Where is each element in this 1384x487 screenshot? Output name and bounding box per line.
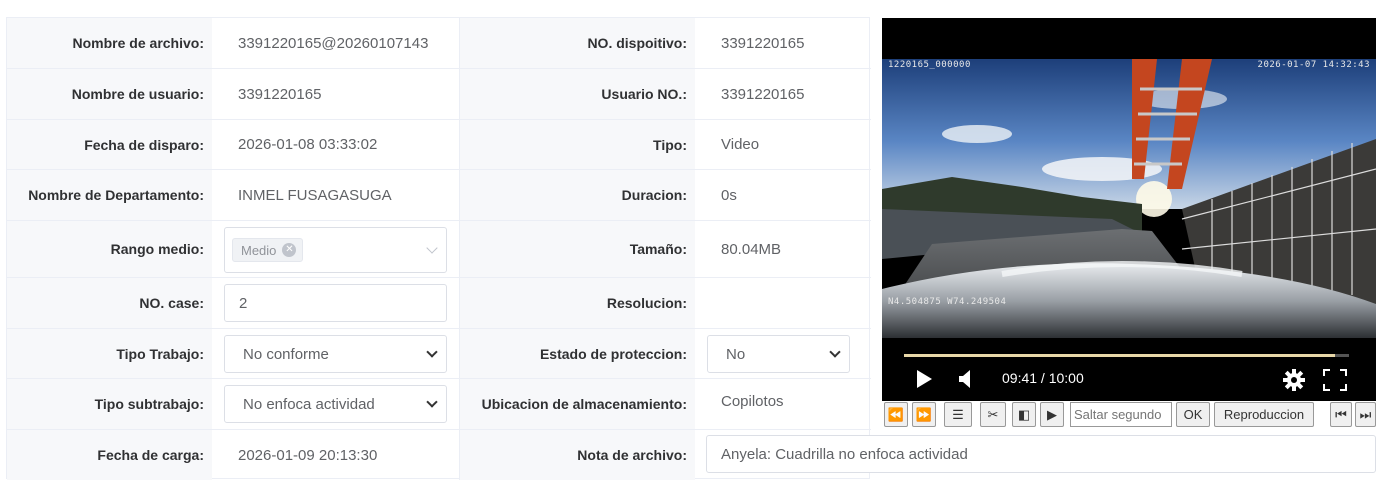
department-value: INMEL FUSAGASUGA xyxy=(238,186,392,204)
size-label: Tamaño: xyxy=(459,221,695,277)
form-row-range: Rango medio: Medio ✕ Tamaño: 80.04MB xyxy=(7,221,871,278)
chevron-down-icon xyxy=(829,346,841,358)
file-details-form: Nombre de archivo: 3391220165@2026010714… xyxy=(6,17,871,480)
file-note-label: Nota de archivo: xyxy=(459,430,695,480)
play-icon[interactable] xyxy=(915,369,933,389)
form-row-department: Nombre de Departamento: INMEL FUSAGASUGA… xyxy=(7,170,871,221)
device-no-label: NO. dispoitivo: xyxy=(459,18,695,68)
trigger-date-label: Fecha de disparo: xyxy=(7,120,212,169)
range-tag-label: Medio xyxy=(241,242,277,258)
storage-location-label: Ubicacion de almacenamiento: xyxy=(459,379,695,429)
form-row-subwork-type: Tipo subtrabajo: No enfoca actividad Ubi… xyxy=(7,379,871,430)
type-label: Tipo: xyxy=(459,120,695,169)
osd-timestamp: 2026-01-07 14:32:43 xyxy=(1257,60,1370,70)
playback-button[interactable]: Reproduccion xyxy=(1214,402,1314,427)
list-icon[interactable]: ☰ xyxy=(944,402,972,427)
device-no-value: 3391220165 xyxy=(721,34,805,52)
video-player[interactable]: 1220165_000000 2026-01-07 14:32:43 N4.50… xyxy=(882,18,1376,401)
trigger-date-value: 2026-01-08 03:33:02 xyxy=(238,136,378,153)
osd-camera-id: 1220165_000000 xyxy=(888,60,971,70)
subwork-type-value: No enfoca actividad xyxy=(243,395,375,413)
work-type-value: No conforme xyxy=(243,345,329,363)
type-value: Video xyxy=(721,136,760,153)
file-name-value: 3391220165@20260107143 xyxy=(238,34,429,52)
user-name-label: Nombre de usuario: xyxy=(7,69,212,119)
range-label: Rango medio: xyxy=(7,221,212,277)
chevron-down-icon xyxy=(426,396,438,408)
protection-state-value: No xyxy=(726,345,746,363)
size-value: 80.04MB xyxy=(721,240,782,258)
user-name-value: 3391220165 xyxy=(238,85,322,103)
file-name-label: Nombre de archivo: xyxy=(7,18,212,68)
form-row-case-no: NO. case: 2 Resolucion: xyxy=(7,278,871,329)
ok-button[interactable]: OK xyxy=(1176,402,1210,427)
form-row-trigger-date: Fecha de disparo: 2026-01-08 03:33:02 Ti… xyxy=(7,120,871,170)
case-no-input[interactable]: 2 xyxy=(224,284,447,322)
department-label: Nombre de Departamento: xyxy=(7,170,212,220)
protection-state-select[interactable]: No xyxy=(707,335,850,373)
gear-icon[interactable] xyxy=(1283,369,1305,391)
form-row-work-type: Tipo Trabajo: No conforme Estado de prot… xyxy=(7,329,871,379)
subwork-type-select[interactable]: No enfoca actividad xyxy=(224,385,447,423)
file-note-field[interactable]: Anyela: Cuadrilla no enfoca actividad xyxy=(706,435,1376,473)
volume-icon[interactable] xyxy=(958,369,974,389)
seek-seconds-input[interactable] xyxy=(1070,402,1172,427)
rewind-icon[interactable]: ⏪ xyxy=(884,402,908,427)
form-row-user-name: Nombre de usuario: 3391220165 Usuario NO… xyxy=(7,69,871,120)
skip-start-icon[interactable]: ⏮ xyxy=(1330,402,1352,427)
scissors-icon[interactable]: ✂ xyxy=(980,402,1006,427)
range-select[interactable]: Medio ✕ xyxy=(224,227,447,273)
fast-forward-icon[interactable]: ⏩ xyxy=(912,402,936,427)
duration-value: 0s xyxy=(721,186,737,204)
work-type-select[interactable]: No conforme xyxy=(224,335,447,373)
osd-gps: N4.504875 W74.249504 xyxy=(888,297,1007,307)
user-no-label: Usuario NO.: xyxy=(459,69,695,119)
chevron-down-icon xyxy=(426,242,438,254)
resolution-label: Resolucion: xyxy=(459,278,695,328)
storage-location-value: Copilotos xyxy=(721,392,784,410)
duration-label: Duracion: xyxy=(459,170,695,220)
subwork-type-label: Tipo subtrabajo: xyxy=(7,379,212,429)
fullscreen-icon[interactable] xyxy=(1323,369,1347,391)
work-type-label: Tipo Trabajo: xyxy=(7,329,212,378)
video-progress-bar[interactable] xyxy=(904,354,1349,357)
upload-date-value: 2026-01-09 20:13:30 xyxy=(238,446,378,464)
skip-end-icon[interactable]: ⏭ xyxy=(1355,402,1376,427)
close-icon[interactable]: ✕ xyxy=(282,243,297,257)
upload-date-label: Fecha de carga: xyxy=(7,430,212,480)
time-display: 09:41 / 10:00 xyxy=(1002,370,1084,386)
prev-frame-icon[interactable]: ◧ xyxy=(1012,402,1036,427)
chevron-down-icon xyxy=(426,346,438,358)
form-row-file-name: Nombre de archivo: 3391220165@2026010714… xyxy=(7,18,871,69)
player-toolbar: ⏪ ⏩ ☰ ✂ ◧ ▶ OK Reproduccion ⏮ ⏭ xyxy=(882,401,1376,428)
user-no-value: 3391220165 xyxy=(721,85,805,103)
protection-state-label: Estado de proteccion: xyxy=(459,329,695,378)
range-tag: Medio ✕ xyxy=(232,238,304,262)
resolution-value xyxy=(695,278,871,328)
next-frame-icon[interactable]: ▶ xyxy=(1040,402,1064,427)
video-progress-fill xyxy=(904,354,1335,357)
case-no-label: NO. case: xyxy=(7,278,212,328)
